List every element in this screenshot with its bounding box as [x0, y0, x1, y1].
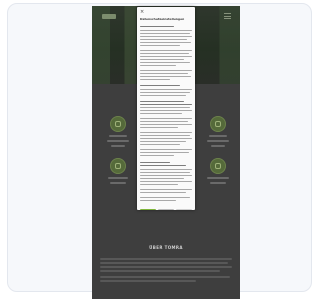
- section-title: ÜBER TOMRA: [149, 245, 183, 250]
- feature-item-2: [104, 158, 132, 184]
- deny-button[interactable]: [158, 209, 174, 210]
- feature-item-1: [104, 116, 132, 147]
- menu-icon[interactable]: [224, 13, 231, 19]
- feature-item-3: [204, 116, 232, 147]
- modal-title: Datenschutzeinstellungen: [140, 17, 185, 21]
- feature-icon: [210, 158, 226, 174]
- feature-item-4: [204, 158, 232, 184]
- close-icon[interactable]: ×: [140, 10, 144, 15]
- feature-icon: [110, 116, 126, 132]
- feature-icon: [210, 116, 226, 132]
- privacy-settings-modal: × Datenschutzeinstellungen: [137, 7, 195, 210]
- accept-all-button[interactable]: [140, 209, 156, 210]
- site-logo[interactable]: [102, 14, 116, 19]
- save-settings-button[interactable]: [176, 209, 192, 210]
- feature-icon: [110, 158, 126, 174]
